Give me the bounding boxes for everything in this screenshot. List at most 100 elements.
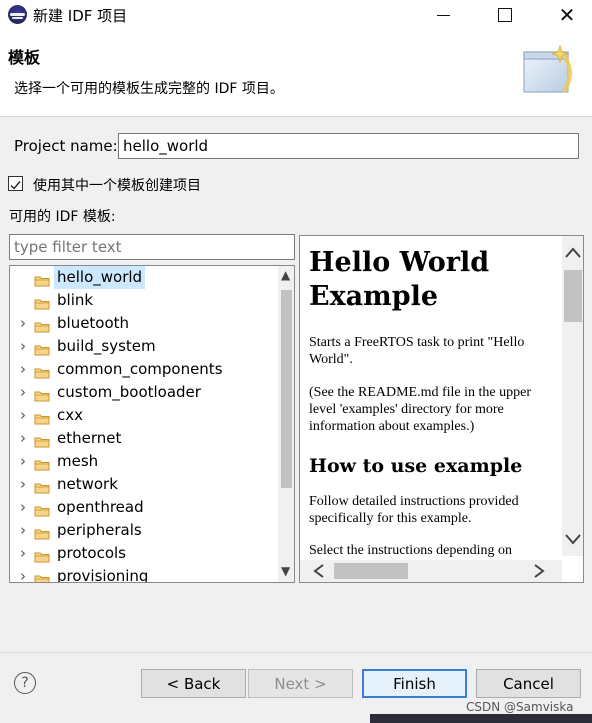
template-tree-item[interactable]: › peripherals <box>10 519 278 542</box>
folder-icon <box>34 455 50 471</box>
template-tree-item[interactable]: › provisioning <box>10 565 278 582</box>
template-tree-item[interactable]: › network <box>10 473 278 496</box>
template-tree-item[interactable]: blink <box>10 289 278 312</box>
banner-description: 选择一个可用的模板生成完整的 IDF 项目。 <box>14 81 284 97</box>
cancel-button[interactable]: Cancel <box>476 669 581 698</box>
template-tree-item[interactable]: › openthread <box>10 496 278 519</box>
template-tree-item-label: hello_world <box>54 266 146 289</box>
template-tree-item-label: protocols <box>57 544 127 562</box>
folder-icon <box>34 547 50 563</box>
close-button[interactable]: ✕ <box>544 0 590 30</box>
template-tree-item-label: cxx <box>57 406 84 424</box>
template-tree-item-label: peripherals <box>57 521 142 539</box>
scroll-left-icon[interactable] <box>312 563 326 579</box>
project-name-label: Project name: <box>14 137 118 155</box>
template-filter-input[interactable] <box>9 234 295 260</box>
template-tree-item[interactable]: › common_components <box>10 358 278 381</box>
template-tree-item[interactable]: › cxx <box>10 404 278 427</box>
preview-vertical-scrollbar[interactable] <box>562 236 583 556</box>
button-bar-separator <box>0 652 592 653</box>
template-tree-item-label: bluetooth <box>57 314 130 332</box>
template-tree-item-label: openthread <box>57 498 144 516</box>
folder-icon <box>34 432 50 448</box>
folder-icon <box>34 409 50 425</box>
help-icon[interactable]: ? <box>14 672 36 694</box>
next-button[interactable]: Next > <box>248 669 353 698</box>
preview-subheading: How to use example <box>309 455 523 477</box>
scroll-down-icon[interactable]: ▼ <box>281 564 290 578</box>
template-preview: Hello World Example Starts a FreeRTOS ta… <box>299 235 584 583</box>
folder-icon <box>34 386 50 402</box>
use-template-label: 使用其中一个模板创建项目 <box>33 178 201 194</box>
preview-horizontal-scrollbar[interactable] <box>300 560 562 582</box>
scroll-up-icon[interactable]: ▲ <box>281 268 290 282</box>
folder-icon <box>34 271 50 287</box>
chevron-right-icon[interactable]: › <box>20 335 30 358</box>
new-project-wizard-icon <box>523 44 572 94</box>
template-tree-item[interactable]: › protocols <box>10 542 278 565</box>
template-tree: hello_world blink › bluetooth › build_system ›… <box>9 265 295 583</box>
available-templates-label: 可用的 IDF 模板: <box>9 209 116 225</box>
chevron-right-icon[interactable]: › <box>20 450 30 473</box>
preview-paragraph: Select the instructions depending on <box>309 543 512 558</box>
template-tree-item-label: common_components <box>57 360 223 378</box>
template-tree-item[interactable]: hello_world <box>10 266 278 289</box>
preview-scrollbar-thumb[interactable] <box>564 270 582 322</box>
preview-hscrollbar-thumb[interactable] <box>334 563 408 579</box>
folder-icon <box>34 524 50 540</box>
folder-icon <box>34 478 50 494</box>
back-button[interactable]: < Back <box>141 669 246 698</box>
eclipse-app-icon <box>8 5 27 24</box>
folder-icon <box>34 317 50 333</box>
template-tree-list: hello_world blink › bluetooth › build_system ›… <box>10 266 278 582</box>
template-tree-item[interactable]: › mesh <box>10 450 278 473</box>
preview-content: Hello World Example Starts a FreeRTOS ta… <box>309 246 557 566</box>
project-name-input[interactable] <box>118 133 579 159</box>
chevron-right-icon[interactable]: › <box>20 358 30 381</box>
maximize-icon <box>498 8 512 22</box>
folder-icon <box>34 501 50 517</box>
scroll-up-icon[interactable] <box>564 246 582 260</box>
watermark: CSDN @Samviska <box>466 700 574 714</box>
template-tree-item-label: network <box>57 475 118 493</box>
template-tree-item-label: custom_bootloader <box>57 383 201 401</box>
chevron-right-icon[interactable]: › <box>20 427 30 450</box>
chevron-right-icon[interactable]: › <box>20 565 30 582</box>
minimize-button[interactable] <box>420 0 466 30</box>
tree-scrollbar-thumb[interactable] <box>281 290 292 488</box>
template-tree-item-label: build_system <box>57 337 156 355</box>
preview-heading-line-1: Hello World <box>309 247 490 278</box>
chevron-right-icon[interactable]: › <box>20 381 30 404</box>
chevron-right-icon[interactable]: › <box>20 404 30 427</box>
folder-icon <box>34 363 50 379</box>
tree-scrollbar[interactable]: ▲ ▼ <box>278 266 294 582</box>
minimize-icon <box>436 14 450 16</box>
window-title: 新建 IDF 项目 <box>33 7 128 25</box>
chevron-right-icon[interactable]: › <box>20 519 30 542</box>
maximize-button[interactable] <box>482 0 528 30</box>
folder-icon <box>34 340 50 356</box>
close-icon: ✕ <box>558 3 576 27</box>
scroll-right-icon[interactable] <box>532 563 546 579</box>
wizard-banner <box>0 30 592 117</box>
chevron-right-icon[interactable]: › <box>20 542 30 565</box>
preview-paragraph: Starts a FreeRTOS task to print "Hello W… <box>309 335 525 367</box>
finish-button[interactable]: Finish <box>362 669 467 698</box>
chevron-right-icon[interactable]: › <box>20 473 30 496</box>
scroll-down-icon[interactable] <box>564 532 582 546</box>
use-template-checkbox[interactable] <box>8 176 23 191</box>
template-tree-item[interactable]: › custom_bootloader <box>10 381 278 404</box>
template-tree-item[interactable]: › ethernet <box>10 427 278 450</box>
checkmark-icon <box>10 181 21 190</box>
preview-heading-line-2: Example <box>309 281 439 312</box>
folder-icon <box>34 570 50 582</box>
chevron-right-icon[interactable]: › <box>20 496 30 519</box>
template-tree-item-label: ethernet <box>57 429 122 447</box>
chevron-right-icon[interactable]: › <box>20 312 30 335</box>
template-tree-item[interactable]: › bluetooth <box>10 312 278 335</box>
template-tree-item-label: mesh <box>57 452 99 470</box>
folder-icon <box>34 294 50 310</box>
preview-paragraph: (See the README.md file in the upper lev… <box>309 385 532 434</box>
template-tree-item[interactable]: › build_system <box>10 335 278 358</box>
taskbar-strip <box>370 714 592 723</box>
